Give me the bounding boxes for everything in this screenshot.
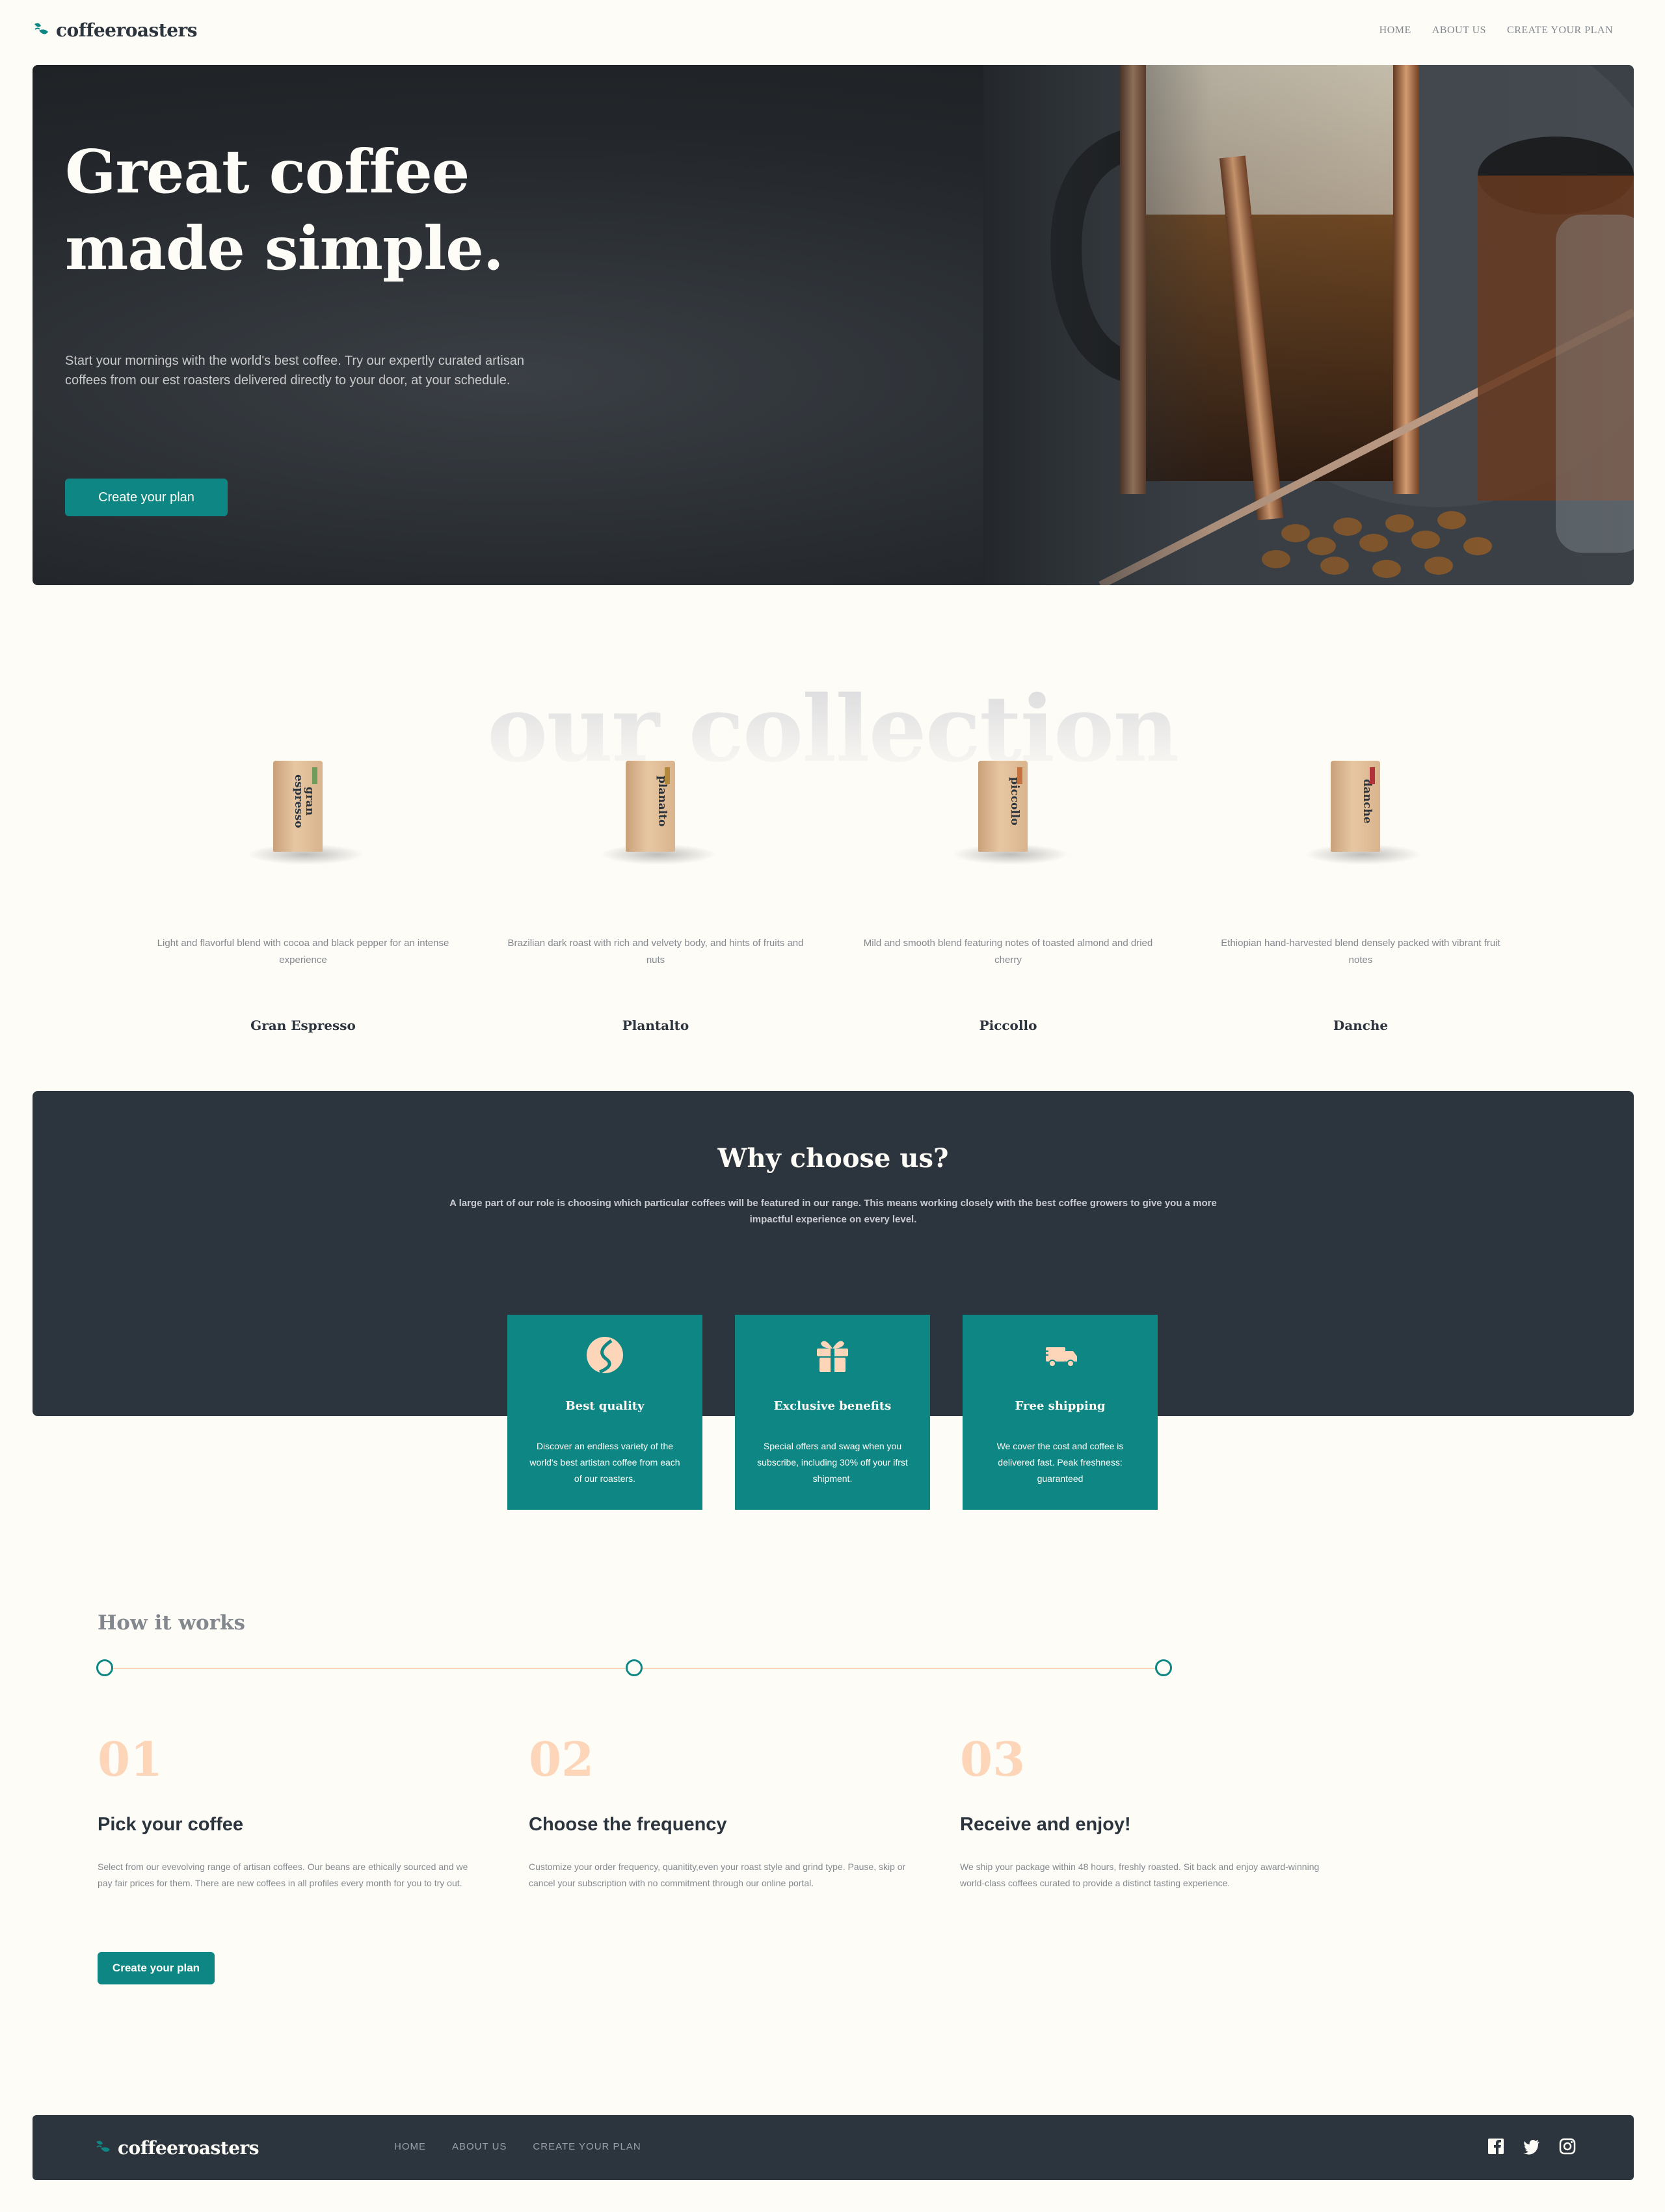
product-description: Mild and smooth blend featuring notes of… (863, 938, 1153, 966)
coffee-bean-logo-icon (34, 23, 48, 34)
product-name: Plantalto (622, 1018, 689, 1033)
step-title: Pick your coffee (98, 1814, 244, 1835)
step-number: 01 (98, 1731, 163, 1787)
timeline-dot (96, 1659, 113, 1676)
footer-nav-home[interactable]: HOME (394, 2141, 426, 2152)
step-description: We ship your package within 48 hours, fr… (960, 1862, 1320, 1888)
benefit-title: Exclusive benefits (773, 1399, 892, 1413)
hero-title: Great coffee made simple. (65, 133, 585, 287)
coffee-bean-logo-icon (96, 2140, 110, 2152)
step-item: 01 Pick your coffee Select from our evev… (98, 1730, 475, 1891)
instagram-icon[interactable] (1558, 2137, 1577, 2155)
timeline-dot (626, 1659, 643, 1676)
step-number: 02 (529, 1731, 594, 1787)
product-description: Light and flavorful blend with cocoa and… (157, 938, 449, 966)
benefit-title: Best quality (565, 1399, 645, 1413)
coffee-bean-icon (587, 1337, 623, 1374)
footer-logo[interactable]: coffeeroasters (94, 2137, 260, 2159)
nav-about[interactable]: ABOUT US (1432, 25, 1486, 36)
footer-brand-name: coffeeroasters (118, 2137, 260, 2159)
coffee-bag-image: danche (1184, 748, 1537, 871)
hero-create-plan-button[interactable]: Create your plan (65, 479, 228, 516)
facebook-icon[interactable] (1487, 2137, 1505, 2155)
product-card[interactable]: gran espresso Gran Espresso Light and fl… (127, 748, 479, 1033)
twitter-icon[interactable] (1523, 2137, 1541, 2155)
coffee-bag-image: planalto (479, 748, 832, 871)
step-description: Select from our evevolving range of arti… (98, 1862, 468, 1888)
step-title: Receive and enjoy! (960, 1814, 1131, 1835)
nav-home[interactable]: HOME (1379, 25, 1411, 36)
gift-icon (817, 1341, 848, 1372)
step-item: 02 Choose the frequency Customize your o… (529, 1730, 906, 1891)
benefit-title: Free shipping (1015, 1399, 1106, 1413)
brand-logo[interactable]: coffeeroasters (33, 20, 198, 41)
product-description: Ethiopian hand-harvested blend densely p… (1221, 938, 1500, 966)
product-card[interactable]: piccollo Piccollo Mild and smooth blend … (832, 748, 1184, 1033)
benefit-card-shipping: Free shipping We cover the cost and coff… (963, 1315, 1158, 1510)
footer-nav: HOME ABOUT US CREATE YOUR PLAN (394, 2141, 641, 2152)
bag-label: piccollo (1008, 776, 1021, 826)
product-name: Gran Espresso (250, 1018, 356, 1033)
benefit-card-quality: Best quality Discover an endless variety… (507, 1315, 702, 1510)
step-description: Customize your order frequency, quanitit… (529, 1862, 906, 1888)
bag-label: gran espresso (292, 774, 316, 828)
product-name: Piccollo (979, 1018, 1037, 1033)
how-create-plan-button[interactable]: Create your plan (98, 1952, 215, 1984)
benefit-description: Discover an endless variety of the world… (529, 1441, 680, 1484)
why-description: A large part of our role is choosing whi… (449, 1198, 1217, 1225)
benefit-cards: Best quality Discover an endless variety… (507, 1315, 1158, 1510)
benefit-description: Special offers and swag when you subscri… (757, 1441, 908, 1484)
hero-banner: Great coffee made simple. Start your mor… (33, 65, 1634, 585)
main-nav: HOME ABOUT US CREATE YOUR PLAN (1379, 25, 1613, 36)
product-card[interactable]: planalto Plantalto Brazilian dark roast … (479, 748, 832, 1033)
hero-title-line-1: Great coffee (65, 137, 470, 207)
footer-nav-about[interactable]: ABOUT US (452, 2141, 507, 2152)
hero-title-line-2: made simple. (65, 213, 504, 283)
why-title: Why choose us? (717, 1143, 949, 1174)
social-links (1487, 2137, 1577, 2155)
coffee-bag-image: gran espresso (127, 748, 479, 871)
how-it-works-title: How it works (98, 1611, 245, 1635)
bag-label: danche (1361, 778, 1374, 824)
product-name: Danche (1333, 1018, 1389, 1033)
nav-create-plan[interactable]: CREATE YOUR PLAN (1507, 25, 1613, 36)
step-item: 03 Receive and enjoy! We ship your packa… (960, 1730, 1337, 1891)
site-header: coffeeroasters HOME ABOUT US CREATE YOUR… (33, 20, 1632, 46)
benefit-card-exclusive: Exclusive benefits Special offers and sw… (735, 1315, 930, 1510)
brand-name: coffeeroasters (56, 20, 198, 41)
french-press-image (983, 65, 1634, 585)
timeline-dot (1155, 1659, 1172, 1676)
product-list: gran espresso Gran Espresso Light and fl… (127, 748, 1538, 1033)
bag-label: planalto (656, 775, 669, 827)
footer-nav-create-plan[interactable]: CREATE YOUR PLAN (533, 2141, 641, 2152)
step-title: Choose the frequency (529, 1814, 727, 1835)
benefit-description: We cover the cost and coffee is delivere… (996, 1441, 1124, 1484)
hero-description: Start your mornings with the world's bes… (65, 354, 524, 388)
product-description: Brazilian dark roast with rich and velve… (507, 938, 804, 966)
coffee-bag-image: piccollo (832, 748, 1184, 871)
site-footer: coffeeroasters HOME ABOUT US CREATE YOUR… (33, 2115, 1634, 2180)
truck-icon (1042, 1347, 1077, 1367)
product-card[interactable]: danche Danche Ethiopian hand-harvested b… (1184, 748, 1537, 1033)
step-number: 03 (960, 1731, 1026, 1787)
